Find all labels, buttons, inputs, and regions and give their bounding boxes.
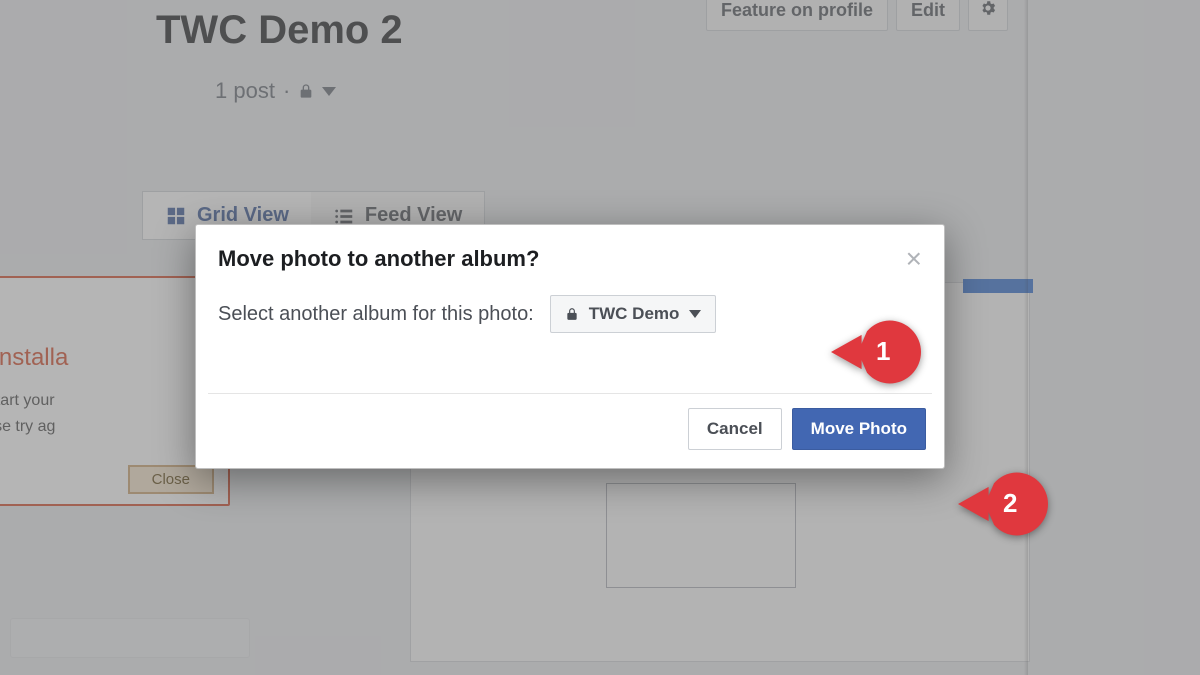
close-button[interactable]: Close	[128, 465, 214, 494]
annotation-number: 1	[876, 336, 890, 367]
annotation-number: 2	[1003, 488, 1017, 519]
cancel-button[interactable]: Cancel	[688, 408, 782, 450]
album-subline: 1 post ·	[215, 78, 336, 104]
dialog-prompt: Select another album for this photo:	[218, 303, 534, 326]
microsoft-logo-text: rosoft	[0, 292, 212, 320]
close-icon: ×	[906, 243, 922, 274]
settings-button[interactable]	[968, 0, 1008, 31]
feature-on-profile-button[interactable]: Feature on profile	[706, 0, 888, 31]
selected-album-label: TWC Demo	[589, 304, 680, 324]
edit-button[interactable]: Edit	[896, 0, 960, 31]
album-title: TWC Demo 2	[156, 8, 403, 53]
lock-icon	[298, 83, 314, 99]
annotation-marker-1: 1	[831, 319, 921, 385]
window-titlebar-accent	[963, 279, 1033, 293]
album-dropdown[interactable]: TWC Demo	[550, 295, 717, 333]
background-frame	[606, 483, 796, 588]
caret-down-icon	[322, 87, 336, 96]
error-line: , but we could not start your	[0, 390, 212, 412]
post-count: 1 post	[215, 78, 275, 104]
annotation-marker-2: 2	[958, 471, 1048, 537]
gear-icon	[979, 0, 997, 17]
thumbnail-strip	[10, 618, 250, 658]
lock-icon	[565, 307, 579, 321]
dialog-close-button[interactable]: ×	[906, 245, 922, 273]
caret-down-icon	[689, 310, 701, 318]
dialog-title: Move photo to another album?	[218, 246, 539, 272]
move-photo-button[interactable]: Move Photo	[792, 408, 926, 450]
dot-separator: ·	[283, 78, 290, 104]
grid-icon	[165, 205, 187, 227]
error-heading: t start Office installa	[0, 344, 212, 372]
error-line: is in progress. Please try ag	[0, 416, 212, 438]
